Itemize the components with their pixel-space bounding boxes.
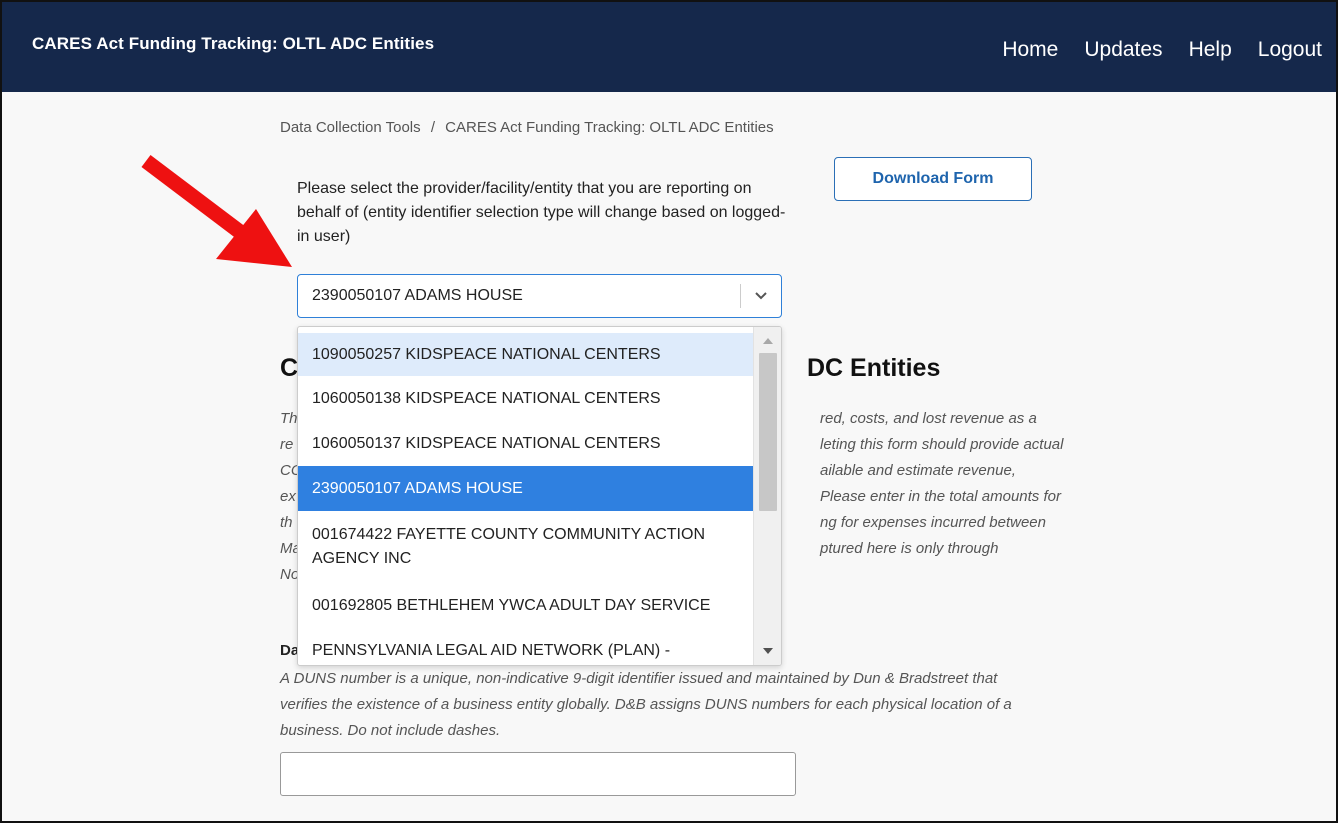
app-title: CARES Act Funding Tracking: OLTL ADC Ent… xyxy=(32,34,435,53)
scroll-down-icon[interactable] xyxy=(762,647,774,655)
entity-option-selected[interactable]: 2390050107 ADAMS HOUSE xyxy=(298,466,755,511)
scrollbar-thumb[interactable] xyxy=(759,353,777,511)
entity-option[interactable]: 001692805 BETHLEHEM YWCA ADULT DAY SERVI… xyxy=(298,583,755,629)
entity-option[interactable]: 1060050138 KIDSPEACE NATIONAL CENTERS xyxy=(298,376,755,421)
top-nav-bar: CARES Act Funding Tracking: OLTL ADC Ent… xyxy=(2,2,1336,92)
breadcrumb: Data Collection Tools / CARES Act Fundin… xyxy=(280,119,774,136)
entity-option[interactable]: PENNSYLVANIA LEGAL AID NETWORK (PLAN) - xyxy=(298,629,755,665)
nav-help-link[interactable]: Help xyxy=(1189,38,1232,62)
entity-select-value: 2390050107 ADAMS HOUSE xyxy=(312,287,523,304)
dropdown-scrollbar[interactable] xyxy=(753,327,781,665)
entity-option[interactable]: 1060050137 KIDSPEACE NATIONAL CENTERS xyxy=(298,421,755,466)
entity-select-prompt: Please select the provider/facility/enti… xyxy=(297,180,786,245)
scroll-up-icon[interactable] xyxy=(762,337,774,345)
entity-option[interactable]: 001674422 FAYETTE COUNTY COMMUNITY ACTIO… xyxy=(298,511,755,583)
nav-logout-link[interactable]: Logout xyxy=(1258,38,1322,62)
section-title-start: C xyxy=(280,354,299,382)
nav-home-link[interactable]: Home xyxy=(1002,38,1058,62)
entity-option[interactable]: 1090050257 KIDSPEACE NATIONAL CENTERS xyxy=(298,333,755,376)
breadcrumb-separator: / xyxy=(430,119,435,136)
entity-option-list: 1090050257 KIDSPEACE NATIONAL CENTERS 10… xyxy=(298,333,755,665)
page-frame: CARES Act Funding Tracking: OLTL ADC Ent… xyxy=(0,0,1338,823)
red-arrow-icon xyxy=(141,155,292,267)
nav-updates-link[interactable]: Updates xyxy=(1084,38,1162,62)
duns-number-input[interactable] xyxy=(280,752,796,796)
entity-select-menu: 1090050257 KIDSPEACE NATIONAL CENTERS 10… xyxy=(297,326,782,666)
section-title-end: DC Entities xyxy=(807,354,941,382)
duns-help-text: A DUNS number is a unique, non-indicativ… xyxy=(280,670,1012,739)
download-form-button[interactable]: Download Form xyxy=(834,157,1032,201)
entity-select[interactable]: 2390050107 ADAMS HOUSE xyxy=(297,274,782,318)
section-description-right: red, costs, and lost revenue as a leting… xyxy=(820,410,1064,557)
main-nav: Home Updates Help Logout xyxy=(976,38,1322,62)
breadcrumb-current-page: CARES Act Funding Tracking: OLTL ADC Ent… xyxy=(445,119,774,136)
breadcrumb-data-collection-tools[interactable]: Data Collection Tools xyxy=(280,119,421,136)
chevron-down-icon[interactable] xyxy=(741,291,781,301)
